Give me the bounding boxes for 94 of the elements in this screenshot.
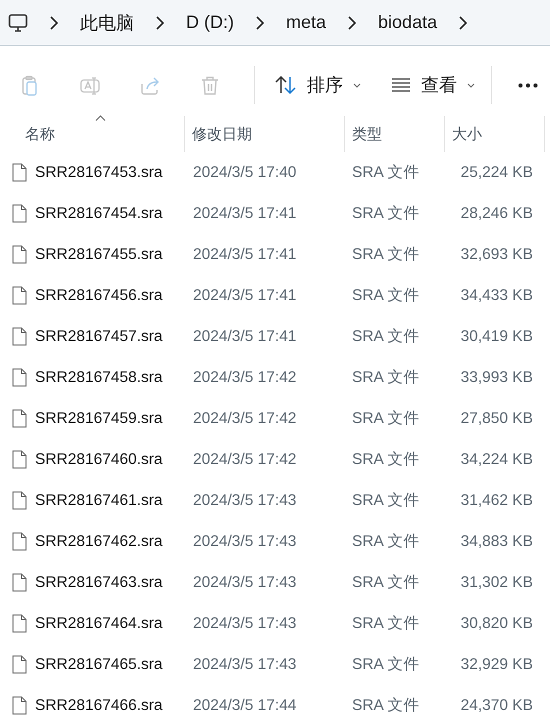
breadcrumb-item[interactable]: D (D:) [186, 12, 234, 33]
file-size: 30,419 KB [460, 328, 534, 346]
file-size: 28,246 KB [460, 204, 534, 222]
file-icon [12, 245, 27, 264]
delete-icon [200, 74, 220, 96]
file-type: SRA 文件 [351, 368, 420, 388]
chevron-icon [156, 16, 164, 30]
file-icon [12, 409, 27, 428]
modified-date: 2024/3/5 17:41 [192, 246, 298, 264]
file-icon [12, 491, 27, 510]
file-icon [12, 450, 27, 469]
view-button[interactable]: 查看 [383, 67, 483, 103]
modified-date: 2024/3/5 17:41 [192, 286, 298, 304]
file-icon [12, 696, 27, 715]
caret-icon [353, 82, 361, 88]
list-icon [391, 78, 411, 92]
file-size: 27,850 KB [460, 410, 534, 428]
file-type: SRA 文件 [351, 573, 420, 593]
file-size: 34,883 KB [460, 532, 534, 550]
file-type: SRA 文件 [351, 204, 420, 224]
file-type: SRA 文件 [351, 327, 420, 347]
chevron-icon [256, 16, 264, 30]
modified-date: 2024/3/5 17:43 [192, 574, 298, 592]
computer-icon[interactable] [8, 14, 28, 32]
modified-date: 2024/3/5 17:43 [192, 532, 298, 550]
file-name[interactable]: SRR28167453.sra [35, 164, 163, 182]
modified-date: 2024/3/5 17:40 [192, 164, 298, 182]
modified-date: 2024/3/5 17:42 [192, 410, 298, 428]
modified-date: 2024/3/5 17:43 [192, 492, 298, 510]
file-name[interactable]: SRR28167458.sra [35, 368, 163, 386]
modified-date: 2024/3/5 17:44 [192, 696, 298, 714]
file-size: 31,462 KB [460, 492, 534, 510]
chevron-icon [459, 16, 468, 30]
modified-date: 2024/3/5 17:43 [192, 614, 298, 632]
file-type: SRA 文件 [351, 450, 420, 470]
file-name[interactable]: SRR28167462.sra [35, 532, 163, 550]
file-icon [12, 327, 27, 346]
column-header[interactable]: 名称 [0, 116, 184, 152]
file-size: 30,820 KB [460, 614, 534, 632]
modified-date: 2024/3/5 17:42 [192, 450, 298, 468]
modified-date: 2024/3/5 17:41 [192, 204, 298, 222]
file-size: 34,433 KB [460, 286, 534, 304]
file-icon [12, 368, 27, 387]
chevron-icon [50, 16, 58, 30]
rename-icon [80, 74, 100, 96]
file-icon [12, 655, 27, 674]
column-header[interactable]: 修改日期 [185, 116, 344, 152]
file-type: SRA 文件 [351, 696, 420, 716]
file-size: 34,224 KB [460, 450, 534, 468]
more-icon[interactable] [518, 82, 538, 88]
file-size: 32,929 KB [460, 656, 534, 674]
breadcrumb-item[interactable]: biodata [378, 12, 438, 33]
file-icon [12, 204, 27, 223]
file-icon [12, 532, 27, 551]
file-icon [12, 614, 27, 633]
file-size: 33,993 KB [460, 368, 534, 386]
column-header[interactable]: 类型 [345, 116, 444, 152]
file-name[interactable]: SRR28167463.sra [35, 574, 163, 592]
file-icon [12, 163, 27, 182]
column-header[interactable]: 大小 [445, 116, 544, 152]
caret-icon [467, 82, 475, 88]
file-type: SRA 文件 [351, 163, 420, 183]
file-type: SRA 文件 [351, 532, 420, 552]
file-type: SRA 文件 [351, 286, 420, 306]
file-size: 31,302 KB [460, 574, 534, 592]
file-name[interactable]: SRR28167456.sra [35, 286, 163, 304]
file-type: SRA 文件 [351, 491, 420, 511]
file-name[interactable]: SRR28167466.sra [35, 696, 163, 714]
modified-date: 2024/3/5 17:42 [192, 368, 298, 386]
breadcrumb-item[interactable]: 此电脑 [80, 10, 134, 34]
file-name[interactable]: SRR28167454.sra [35, 204, 163, 222]
file-name[interactable]: SRR28167465.sra [35, 656, 163, 674]
file-name[interactable]: SRR28167464.sra [35, 614, 163, 632]
share-icon [140, 74, 160, 96]
file-icon [12, 286, 27, 305]
file-name[interactable]: SRR28167459.sra [35, 410, 163, 428]
file-name[interactable]: SRR28167461.sra [35, 492, 163, 510]
breadcrumb-item[interactable]: meta [286, 12, 326, 33]
file-name[interactable]: SRR28167460.sra [35, 450, 163, 468]
sort-button[interactable]: 排序 [267, 67, 369, 103]
file-size: 24,370 KB [460, 696, 534, 714]
chevron-icon [348, 16, 356, 30]
file-name[interactable]: SRR28167457.sra [35, 328, 163, 346]
file-name[interactable]: SRR28167455.sra [35, 246, 163, 264]
modified-date: 2024/3/5 17:43 [192, 656, 298, 674]
file-size: 32,693 KB [460, 246, 534, 264]
file-type: SRA 文件 [351, 614, 420, 634]
file-size: 25,224 KB [460, 164, 534, 182]
file-icon [12, 573, 27, 592]
file-type: SRA 文件 [351, 245, 420, 265]
file-type: SRA 文件 [351, 655, 420, 675]
sort-icon [275, 76, 297, 94]
modified-date: 2024/3/5 17:41 [192, 328, 298, 346]
file-type: SRA 文件 [351, 409, 420, 429]
